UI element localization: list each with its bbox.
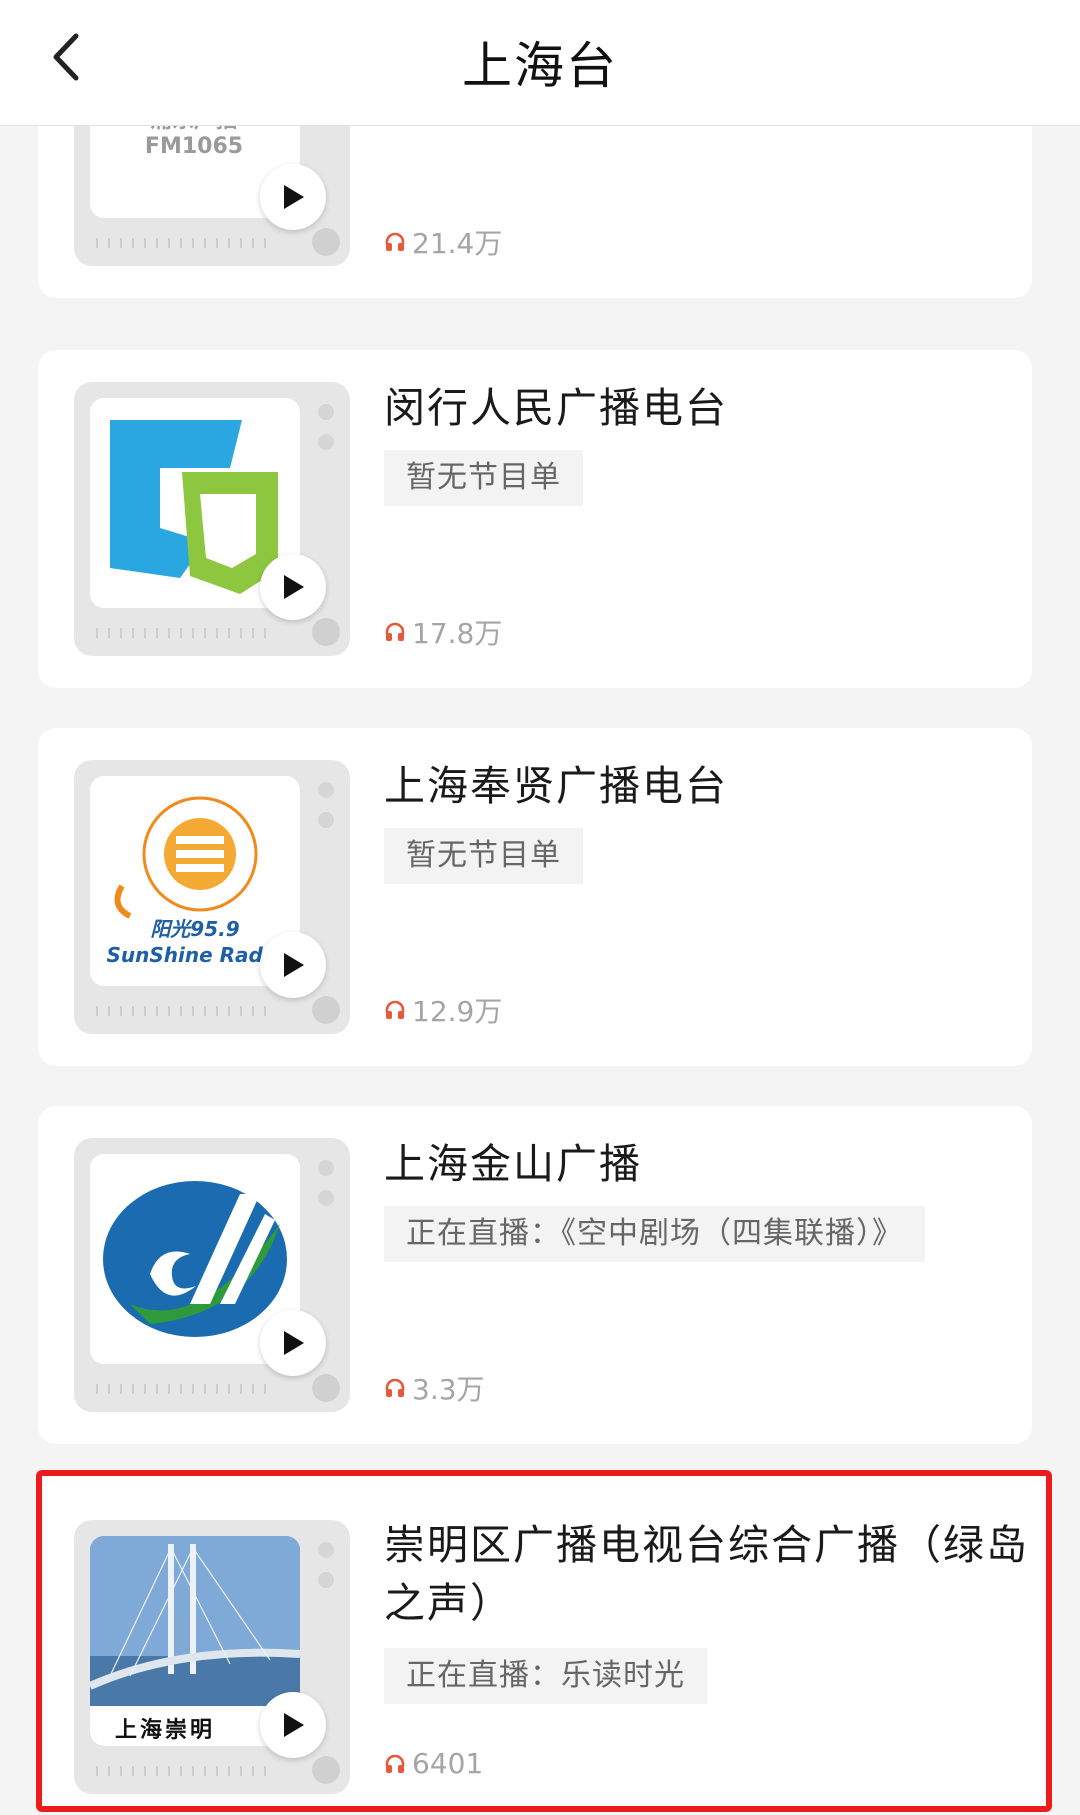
dial-ticks: [96, 1384, 266, 1394]
dial: [312, 228, 340, 256]
play-icon: [284, 1713, 304, 1737]
dial-ticks: [96, 1006, 266, 1016]
play-button[interactable]: [260, 1692, 326, 1758]
listener-count-value: 3.3万: [412, 1373, 485, 1406]
knob: [318, 1190, 334, 1206]
knob: [318, 1542, 334, 1558]
play-icon: [284, 575, 304, 599]
listener-count-value: 21.4万: [412, 227, 503, 260]
station-name: 上海奉贤广播电台: [384, 762, 728, 810]
program-tag: 正在直播：乐读时光: [384, 1648, 707, 1704]
program-tag: 暂无节目单: [384, 828, 583, 884]
station-card[interactable]: 阳光95.9 SunShine Radio 上海奉贤广播电台 暂无节目单 12.…: [38, 728, 1032, 1066]
play-button[interactable]: [260, 1310, 326, 1376]
top-bar: 上海台: [0, 0, 1080, 126]
dial-ticks: [96, 1766, 266, 1776]
chongming-logo-text: 上海崇明: [114, 1718, 215, 1743]
dial: [312, 996, 340, 1024]
radio-thumbnail: 阳光95.9 SunShine Radio: [74, 760, 350, 1034]
play-icon: [284, 1331, 304, 1355]
dial: [312, 618, 340, 646]
headphones-icon: [385, 622, 405, 641]
listener-count: 3.3万: [384, 1368, 485, 1408]
listener-count: 21.4万: [384, 222, 502, 262]
listener-count-value: 6401: [412, 1747, 484, 1780]
play-icon: [284, 953, 304, 977]
headphones-icon: [385, 1000, 405, 1019]
station-card[interactable]: 闵行人民广播电台 暂无节目单 17.8万: [38, 350, 1032, 688]
play-icon: [284, 185, 304, 209]
station-name: 上海金山广播: [384, 1140, 642, 1188]
listener-count: 17.8万: [384, 612, 502, 652]
program-tag: 暂无节目单: [384, 450, 583, 506]
knob: [318, 812, 334, 828]
station-card-highlighted[interactable]: 上海崇明 崇明区广播电视台综合广播（绿岛之声） 正在直播：乐读时光 6401: [36, 1470, 1052, 1812]
play-button[interactable]: [260, 932, 326, 998]
listener-count-value: 17.8万: [412, 617, 503, 650]
knob: [318, 782, 334, 798]
radio-thumbnail: 上海崇明: [74, 1520, 350, 1794]
radio-thumbnail: [74, 382, 350, 656]
play-button[interactable]: [260, 164, 326, 230]
dial: [312, 1374, 340, 1402]
listener-count: 6401: [384, 1747, 483, 1780]
dial-ticks: [96, 238, 266, 248]
listener-count-value: 12.9万: [412, 995, 503, 1028]
station-name: 闵行人民广播电台: [384, 384, 728, 432]
headphones-icon: [385, 1754, 405, 1773]
radio-thumbnail: [74, 1138, 350, 1412]
knob: [318, 404, 334, 420]
headphones-icon: [385, 1378, 405, 1397]
play-button[interactable]: [260, 554, 326, 620]
dial: [312, 1756, 340, 1784]
station-name: 崇明区广播电视台综合广播（绿岛之声）: [384, 1521, 1029, 1627]
station-card[interactable]: 上海金山广播 正在直播：《空中剧场（四集联播）》 3.3万: [38, 1106, 1032, 1444]
page-title: 上海台: [462, 37, 618, 95]
headphones-icon: [385, 232, 405, 251]
knob: [318, 1572, 334, 1588]
listener-count: 12.9万: [384, 990, 502, 1030]
knob: [318, 434, 334, 450]
knob: [318, 1160, 334, 1176]
dial-ticks: [96, 628, 266, 638]
program-tag: 正在直播：《空中剧场（四集联播）》: [384, 1206, 925, 1262]
